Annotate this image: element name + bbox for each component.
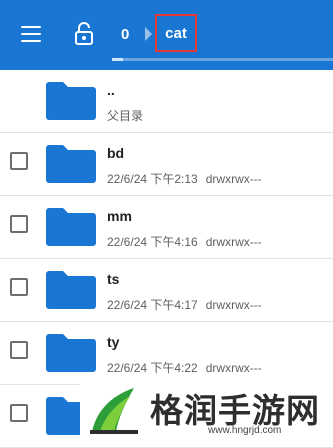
file-meta: 22/6/24 下午4:16 drwxrwx--- — [107, 233, 262, 250]
parent-dir-name: .. — [107, 82, 115, 98]
app-toolbar: 0 cat — [0, 0, 333, 70]
row-checkbox[interactable] — [10, 215, 28, 233]
file-date: 22/6/24 下午4:16 — [107, 235, 198, 249]
watermark-url: www.hngrjd.com — [208, 425, 282, 436]
folder-icon — [46, 82, 96, 120]
breadcrumb-separator-icon — [145, 27, 152, 41]
folder-icon — [46, 145, 96, 183]
file-date: 22/6/24 下午4:17 — [107, 298, 198, 312]
lock-open-icon[interactable] — [74, 22, 94, 46]
path-progress-fill — [112, 58, 124, 61]
file-permissions: drwxrwx--- — [205, 361, 262, 375]
row-checkbox[interactable] — [10, 278, 28, 296]
folder-icon — [46, 208, 96, 246]
file-meta: 22/6/24 下午4:22 drwxrwx--- — [107, 359, 262, 376]
file-row[interactable]: ty 22/6/24 下午4:22 drwxrwx--- — [0, 322, 333, 385]
file-row[interactable]: bd 22/6/24 下午2:13 drwxrwx--- — [0, 133, 333, 196]
file-name: bd — [107, 145, 125, 161]
row-checkbox[interactable] — [10, 404, 28, 422]
file-permissions: drwxrwx--- — [205, 235, 262, 249]
file-row[interactable]: mm 22/6/24 下午4:16 drwxrwx--- — [0, 196, 333, 259]
file-meta: 22/6/24 下午4:17 drwxrwx--- — [107, 296, 262, 313]
file-date: 22/6/24 下午2:13 — [107, 172, 198, 186]
file-date: 22/6/24 下午4:22 — [107, 361, 198, 375]
watermark: 格润手游网 www.hngrjd.com — [80, 378, 333, 443]
hamburger-menu-icon[interactable] — [21, 26, 41, 44]
file-row[interactable]: ts 22/6/24 下午4:17 drwxrwx--- — [0, 259, 333, 322]
file-meta: 22/6/24 下午2:13 drwxrwx--- — [107, 170, 262, 187]
file-permissions: drwxrwx--- — [205, 298, 262, 312]
parent-dir-label: 父目录 — [107, 109, 144, 123]
watermark-logo-icon — [90, 388, 138, 434]
folder-icon — [46, 271, 96, 309]
folder-icon — [46, 334, 96, 372]
path-progress-bar — [112, 58, 333, 61]
row-checkbox[interactable] — [10, 152, 28, 170]
row-checkbox[interactable] — [10, 341, 28, 359]
breadcrumb-current[interactable]: cat — [155, 14, 197, 52]
file-name: mm — [107, 208, 132, 224]
file-permissions: drwxrwx--- — [205, 172, 262, 186]
file-name: ts — [107, 271, 120, 287]
breadcrumb-root[interactable]: 0 — [121, 26, 129, 43]
parent-directory-row[interactable]: .. 父目录 — [0, 70, 333, 133]
file-name: ty — [107, 334, 120, 350]
